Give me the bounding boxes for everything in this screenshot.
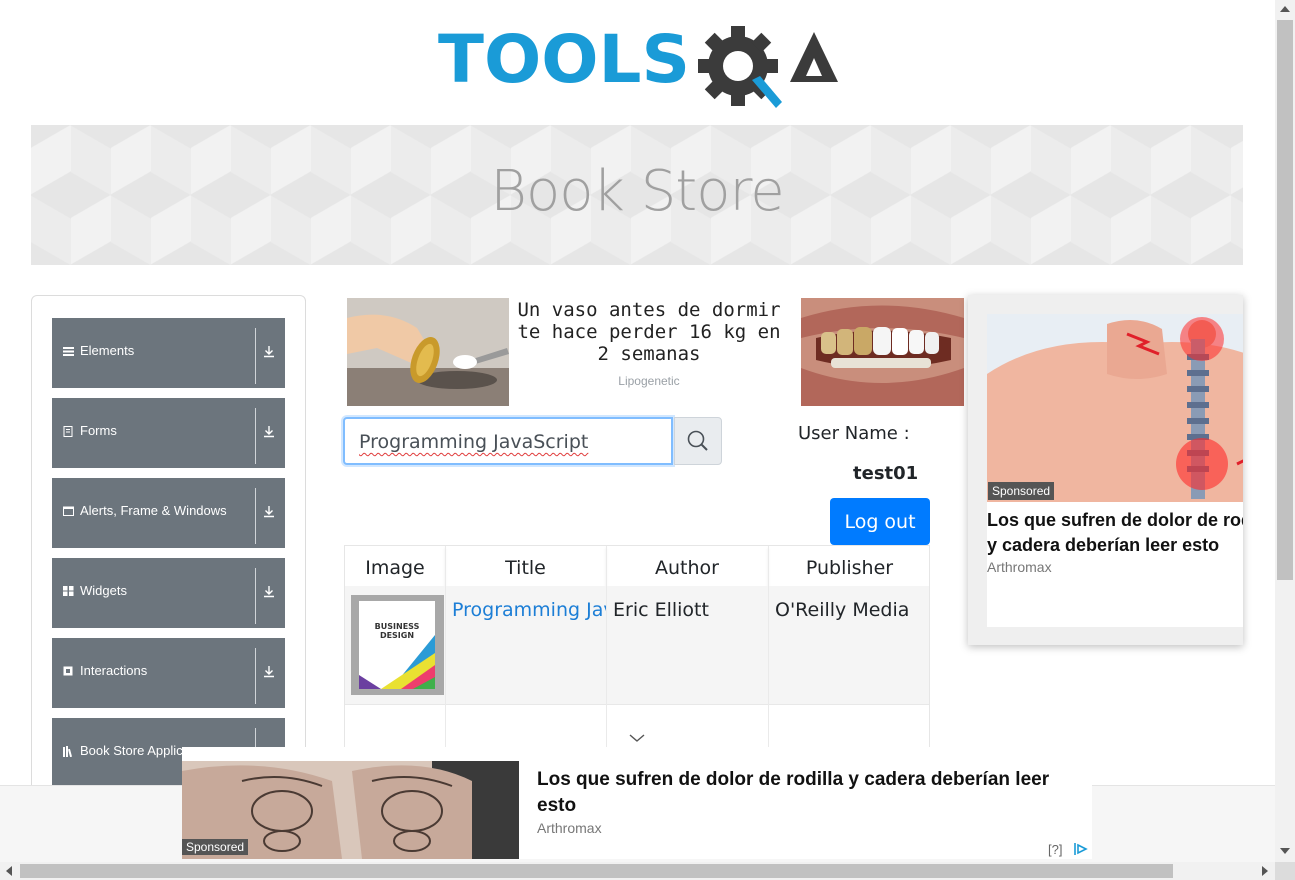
ad-headline[interactable]: Los que sufren de dolor de rodilla y cad…: [537, 767, 1082, 819]
download-icon[interactable]: [262, 343, 276, 359]
horizontal-scroll-thumb[interactable]: [20, 864, 1173, 878]
book-cover-line: BUSINESS: [375, 622, 420, 631]
download-icon[interactable]: [262, 423, 276, 439]
ad-brand[interactable]: Arthromax: [537, 820, 602, 836]
table-header-author[interactable]: Author: [606, 546, 768, 586]
scroll-down-icon[interactable]: [1280, 848, 1290, 854]
download-icon[interactable]: [262, 583, 276, 599]
table-header-image[interactable]: Image: [345, 546, 445, 586]
scroll-up-icon[interactable]: [1280, 6, 1290, 12]
search-icon: [687, 430, 708, 451]
user-name-value: test01: [853, 463, 919, 484]
adchoices-icon[interactable]: [1072, 842, 1088, 856]
search-input-value[interactable]: Programming JavaScript: [359, 431, 588, 453]
divider: [255, 568, 256, 624]
toolsqa-logo[interactable]: TOOLS: [438, 20, 840, 112]
table-header-title[interactable]: Title: [445, 546, 606, 586]
sponsored-badge: Sponsored: [988, 482, 1055, 500]
column-divider: [606, 546, 607, 749]
user-name-label: User Name :: [798, 423, 910, 444]
gear-icon: [698, 26, 782, 108]
ad-brand[interactable]: Arthromax: [987, 559, 1052, 575]
chevron-down-icon[interactable]: [628, 732, 646, 744]
book-title-link[interactable]: Programming JavaScript Applications: [452, 599, 606, 621]
divider: [255, 328, 256, 384]
sponsored-badge: Sponsored: [182, 839, 249, 855]
sidebar-item-label: Alerts, Frame & Windows: [80, 503, 227, 518]
book-cover-line: DESIGN: [380, 631, 414, 640]
ad-image[interactable]: [987, 314, 1243, 502]
sidebar-item-interactions[interactable]: Interactions: [52, 638, 285, 708]
sidebar: Elements Forms Alerts, Frame & Windows W…: [31, 295, 306, 817]
divider: [255, 488, 256, 544]
sidebar-item-forms[interactable]: Forms: [52, 398, 285, 468]
sidebar-item-label: Book Store Applica: [80, 743, 190, 758]
column-divider: [445, 546, 446, 749]
book-author: Eric Elliott: [613, 599, 709, 621]
table-row: BUSINESS DESIGN Programming JavaScript A…: [345, 586, 929, 705]
ad-image[interactable]: [347, 298, 509, 406]
column-divider: [768, 546, 769, 749]
books-icon: [63, 746, 73, 758]
scroll-right-icon[interactable]: [1262, 866, 1268, 876]
ad-headline[interactable]: Los que sufren de dolor de rodilla y cad…: [987, 508, 1243, 558]
book-cover-image: BUSINESS DESIGN: [351, 595, 444, 695]
sidebar-item-widgets[interactable]: Widgets: [52, 558, 285, 628]
vertical-scroll-thumb[interactable]: [1277, 20, 1293, 580]
page-title: Book Store: [490, 159, 784, 224]
download-icon[interactable]: [262, 503, 276, 519]
sidebar-item-label: Forms: [80, 423, 117, 438]
scrollbar-corner: [1275, 862, 1295, 880]
ad-sidebar[interactable]: Sponsored Los que sufren de dolor de rod…: [968, 295, 1243, 645]
download-icon[interactable]: [262, 663, 276, 679]
grid-icon: [63, 586, 74, 596]
logout-button[interactable]: Log out: [830, 498, 930, 545]
ad-image[interactable]: [801, 298, 964, 406]
horizontal-scrollbar[interactable]: [0, 862, 1275, 880]
ad-bottom[interactable]: Sponsored Los que sufren de dolor de rod…: [182, 747, 1092, 859]
sidebar-item-elements[interactable]: Elements: [52, 318, 285, 388]
sidebar-item-label: Widgets: [80, 583, 127, 598]
books-table: Image Title Author Publisher BUSINESS DE…: [344, 545, 930, 750]
divider: [255, 648, 256, 704]
sidebar-item-label: Elements: [80, 343, 135, 358]
sidebar-item-label: Interactions: [80, 663, 148, 678]
ad-card[interactable]: Sponsored Los que sufren de dolor de rod…: [987, 314, 1243, 627]
vertical-scrollbar[interactable]: [1275, 0, 1295, 862]
search-button[interactable]: [674, 417, 722, 465]
ad-brand[interactable]: Lipogenetic: [509, 374, 789, 388]
sidebar-item-alerts[interactable]: Alerts, Frame & Windows: [52, 478, 285, 548]
book-publisher: O'Reilly Media: [775, 599, 910, 621]
list-icon: [63, 346, 74, 356]
table-header-publisher[interactable]: Publisher: [768, 546, 929, 586]
ad-headline[interactable]: Un vaso antes de dormir te hace perder 1…: [509, 299, 789, 365]
form-icon: [63, 426, 73, 437]
interaction-icon: [63, 666, 73, 676]
scroll-left-icon[interactable]: [6, 866, 12, 876]
divider: [255, 408, 256, 464]
page-banner: Book Store: [31, 125, 1243, 265]
logo-graphic: TOOLS: [438, 21, 838, 108]
ad-help-link[interactable]: [?]: [1048, 842, 1062, 857]
window-icon: [63, 506, 74, 516]
svg-text:TOOLS: TOOLS: [438, 21, 690, 98]
